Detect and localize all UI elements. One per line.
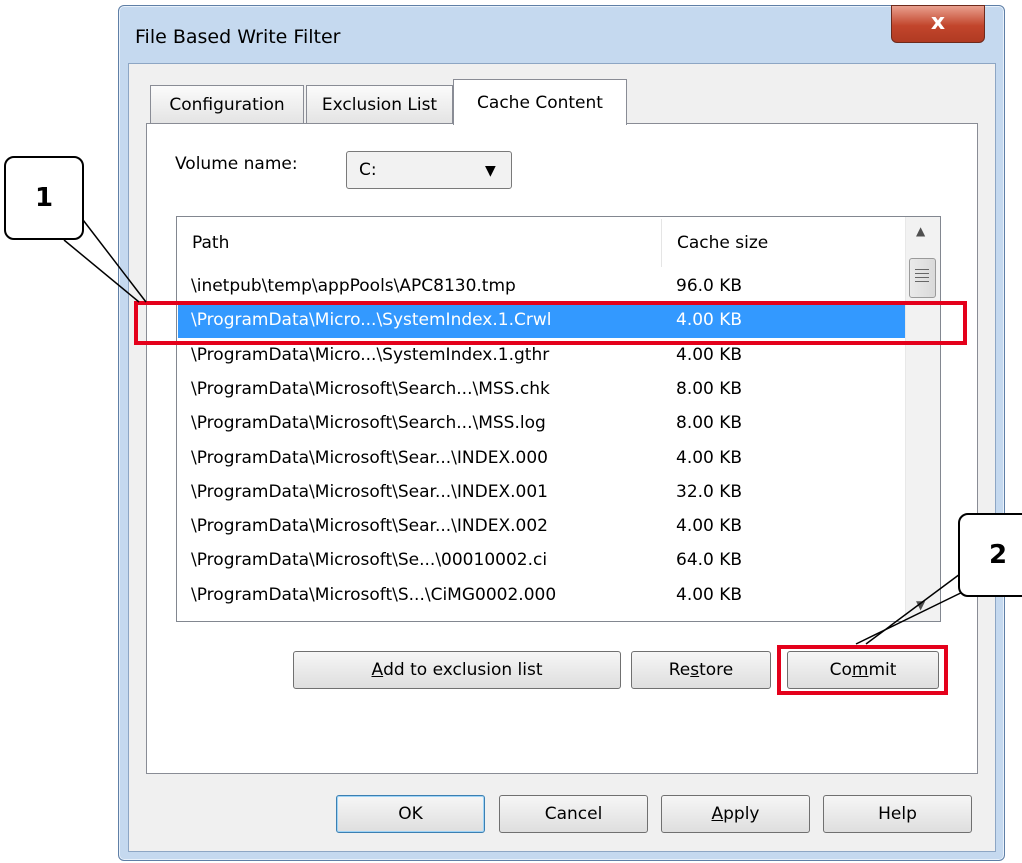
scroll-down-icon[interactable]: ▼: [916, 598, 925, 612]
column-header-path[interactable]: Path: [178, 219, 662, 267]
apply-button-label-rest: pply: [723, 804, 760, 824]
callout-1: 1: [4, 156, 84, 240]
list-item-cache-size: 4.00 KB: [676, 345, 743, 365]
list-item-path: \ProgramData\Microsoft\Sear...\INDEX.002: [191, 516, 548, 536]
callout-2: 2: [958, 513, 1022, 597]
apply-button[interactable]: Apply: [661, 795, 810, 833]
restore-button[interactable]: Re s tore: [631, 651, 771, 689]
list-item[interactable]: \ProgramData\Microsoft\Se...\00010002.ci…: [178, 544, 905, 578]
restore-button-label-prefix: Re: [668, 660, 691, 680]
column-header-cache-size[interactable]: Cache size: [663, 219, 903, 267]
add-to-exclusion-list-button[interactable]: Add to exclusion list: [293, 651, 621, 689]
list-item-cache-size: 96.0 KB: [676, 276, 743, 296]
list-item-path: \ProgramData\Microsoft\Sear...\INDEX.001: [191, 482, 548, 502]
help-button[interactable]: Help: [823, 795, 972, 833]
list-item-cache-size: 4.00 KB: [676, 516, 743, 536]
scroll-grip-icon: [915, 269, 929, 285]
list-item-path: \ProgramData\Microsoft\Se...\00010002.ci: [191, 550, 548, 570]
list-item[interactable]: \ProgramData\Microsoft\Search...\MSS.log…: [178, 407, 905, 441]
list-item-cache-size: 8.00 KB: [676, 413, 743, 433]
cancel-button[interactable]: Cancel: [499, 795, 648, 833]
restore-button-accelerator: s: [690, 660, 700, 680]
list-item-cache-size: 4.00 KB: [676, 448, 743, 468]
dropdown-arrow-icon: ▼: [485, 163, 496, 179]
volume-select-value: C:: [359, 160, 377, 180]
highlight-box-selected-row: [134, 301, 967, 345]
window-title: File Based Write Filter: [135, 26, 341, 48]
list-item-path: \ProgramData\Microsoft\Sear...\INDEX.000: [191, 448, 548, 468]
list-item-cache-size: 4.00 KB: [676, 585, 743, 605]
scroll-up-icon[interactable]: ▲: [916, 224, 925, 238]
restore-button-label-rest: tore: [699, 660, 734, 680]
list-item[interactable]: \inetpub\temp\appPools\APC8130.tmp 96.0 K…: [178, 270, 905, 304]
list-item-path: \ProgramData\Microsoft\Search...\MSS.chk: [191, 379, 550, 399]
volume-name-label: Volume name:: [175, 154, 298, 174]
list-item-cache-size: 8.00 KB: [676, 379, 743, 399]
list-item[interactable]: \ProgramData\Microsoft\Sear...\INDEX.000…: [178, 442, 905, 476]
tab-cache-content[interactable]: Cache Content: [453, 79, 627, 125]
apply-button-accelerator: A: [711, 804, 724, 824]
list-item[interactable]: \ProgramData\Microsoft\Sear...\INDEX.002…: [178, 510, 905, 544]
tab-exclusion-list[interactable]: Exclusion List: [306, 85, 453, 123]
add-button-accelerator: A: [371, 660, 384, 680]
list-item-path: \ProgramData\Micro...\SystemIndex.1.gthr: [191, 345, 550, 365]
tab-configuration[interactable]: Configuration: [150, 85, 304, 123]
list-item[interactable]: \ProgramData\Microsoft\Sear...\INDEX.001…: [178, 476, 905, 510]
list-item[interactable]: \ProgramData\Microsoft\S...\CiMG0002.000…: [178, 579, 905, 613]
list-item-path: \ProgramData\Microsoft\S...\CiMG0002.000: [191, 585, 557, 605]
add-button-label-rest: dd to exclusion list: [383, 660, 543, 680]
list-item-cache-size: 64.0 KB: [676, 550, 743, 570]
list-item[interactable]: \ProgramData\Microsoft\Search...\MSS.chk…: [178, 373, 905, 407]
close-button[interactable]: x: [891, 5, 985, 43]
list-item-path: \inetpub\temp\appPools\APC8130.tmp: [191, 276, 516, 296]
highlight-box-commit: [777, 645, 948, 695]
ok-button[interactable]: OK: [336, 795, 485, 833]
list-item-cache-size: 32.0 KB: [676, 482, 743, 502]
list-item-path: \ProgramData\Microsoft\Search...\MSS.log: [191, 413, 546, 433]
